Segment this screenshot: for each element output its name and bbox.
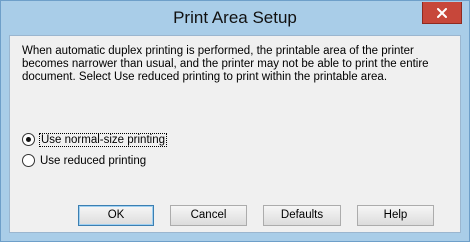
help-button[interactable]: Help [357, 205, 434, 226]
option-normal-size[interactable]: Use normal-size printing [22, 132, 167, 147]
close-button[interactable] [422, 2, 462, 24]
option-reduced[interactable]: Use reduced printing [22, 154, 146, 167]
description-text: When automatic duplex printing is perfor… [22, 45, 429, 83]
dialog-title: Print Area Setup [173, 8, 297, 27]
cancel-button[interactable]: Cancel [170, 205, 247, 226]
option-normal-size-label[interactable]: Use normal-size printing [39, 132, 167, 147]
close-icon [437, 7, 447, 18]
dialog-window: Print Area Setup When automatic duplex p… [0, 0, 470, 242]
radio-reduced[interactable] [22, 154, 35, 167]
radio-normal-size[interactable] [22, 133, 35, 146]
title-bar[interactable]: Print Area Setup [1, 1, 469, 35]
defaults-button[interactable]: Defaults [263, 205, 341, 226]
ok-button[interactable]: OK [78, 205, 154, 226]
dialog-content: When automatic duplex printing is perfor… [9, 35, 461, 233]
option-reduced-label[interactable]: Use reduced printing [40, 155, 146, 167]
radio-selected-dot [26, 137, 31, 142]
